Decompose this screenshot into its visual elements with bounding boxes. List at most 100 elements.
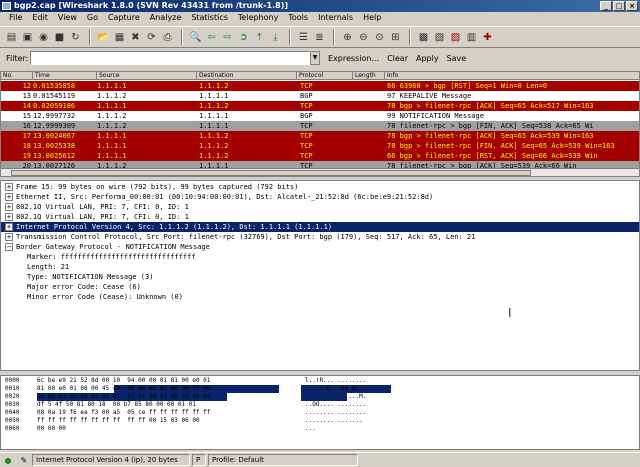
detail-field[interactable]: Major error Code: Cease (6): [1, 282, 639, 292]
menu-statistics[interactable]: Statistics: [186, 12, 233, 24]
detail-field[interactable]: Minor error Code (Cease): Unknown (0): [1, 292, 639, 302]
apply-button[interactable]: Apply: [416, 54, 439, 63]
expand-icon[interactable]: +: [5, 233, 13, 241]
packet-row[interactable]: 14 0.02059186 1.1.1.1 1.1.1.2 TCP 78 bgp > fi…: [1, 101, 639, 111]
auto-scroll-icon[interactable]: ≣: [312, 30, 327, 45]
restart-capture-icon[interactable]: ↻: [68, 30, 83, 45]
expand-icon[interactable]: +: [5, 183, 13, 191]
capture-comment-icon[interactable]: ✎: [18, 454, 30, 466]
start-capture-icon[interactable]: ◉: [36, 30, 51, 45]
packet-cell-dst: 1.1.1.2: [199, 142, 229, 150]
zoom-out-icon[interactable]: ⊖: [356, 30, 371, 45]
go-back-icon[interactable]: ⇦: [204, 30, 219, 45]
zoom-in-icon[interactable]: ⊕: [340, 30, 355, 45]
expand-icon[interactable]: +: [5, 213, 13, 221]
save-file-icon[interactable]: ▦: [112, 30, 127, 45]
reload-icon[interactable]: ⟳: [144, 30, 159, 45]
detail-tree-item[interactable]: + Frame 15: 99 bytes on wire (792 bits), …: [1, 182, 639, 192]
packet-row[interactable]: 15 12.9997732 1.1.1.2 1.1.1.1 BGP 99 NOTIFICA…: [1, 111, 639, 121]
packet-details-pane[interactable]: + Frame 15: 99 bytes on wire (792 bits), …: [0, 180, 640, 371]
detail-field[interactable]: Type: NOTIFICATION Message (3): [1, 272, 639, 282]
packet-cell-dst: 1.1.1.1: [199, 92, 229, 100]
column-length[interactable]: Length: [353, 72, 385, 80]
expand-icon[interactable]: +: [5, 193, 13, 201]
capture-filters-icon[interactable]: ▩: [416, 30, 431, 45]
detail-tree-item[interactable]: + Ethernet II, Src: Performa_00:00:01 (00…: [1, 192, 639, 202]
menu-tools[interactable]: Tools: [283, 12, 313, 24]
packet-list-scrollbar[interactable]: [1, 168, 639, 176]
hex-off: 0010: [5, 385, 20, 392]
hex-dump-row[interactable]: 0030 df 5 4f 50 81 80 18 00 b7 85 80 00 0…: [5, 401, 425, 409]
detail-tree-item[interactable]: + Transmission Control Protocol, Src Port…: [1, 232, 639, 242]
scrollbar-thumb[interactable]: [11, 170, 531, 176]
packet-list[interactable]: No. Time Source Destination Protocol Len…: [0, 71, 640, 177]
packet-row[interactable]: 18 13.0025338 1.1.1.1 1.1.1.2 TCP 78 bgp > fi…: [1, 141, 639, 151]
clear-button[interactable]: Clear: [387, 54, 408, 63]
packet-row[interactable]: 12 0.01535858 1.1.1.1 1.1.1.2 TCP 66 63960 > …: [1, 81, 639, 91]
close-icon[interactable]: ×: [626, 1, 638, 11]
menu-file[interactable]: File: [4, 12, 27, 24]
menu-edit[interactable]: Edit: [27, 12, 53, 24]
maximize-icon[interactable]: □: [613, 1, 625, 11]
close-file-icon[interactable]: ✖: [128, 30, 143, 45]
go-to-packet-icon[interactable]: ➲: [236, 30, 251, 45]
column-source[interactable]: Source: [97, 72, 197, 80]
last-packet-icon[interactable]: ⤓: [268, 30, 283, 45]
detail-tree-item[interactable]: − Border Gateway Protocol - NOTIFICATION …: [1, 242, 639, 252]
detail-tree-item[interactable]: + Internet Protocol Version 4, Src: 1.1.1…: [1, 222, 639, 232]
preferences-icon[interactable]: ▥: [464, 30, 479, 45]
menu-view[interactable]: View: [53, 12, 82, 24]
detail-tree-item[interactable]: +802.1Q Virtual LAN, PRI: 7, CFI: 0, ID:…: [1, 202, 639, 212]
go-forward-icon[interactable]: ⇨: [220, 30, 235, 45]
menu-go[interactable]: Go: [82, 12, 103, 24]
minimize-icon[interactable]: _: [600, 1, 612, 11]
menu-analyze[interactable]: Analyze: [145, 12, 187, 24]
column-no[interactable]: No.: [1, 72, 33, 80]
capture-options-icon[interactable]: ▣: [20, 30, 35, 45]
expression-button[interactable]: Expression...: [328, 54, 379, 63]
hex-dump-row[interactable]: 0010 81 00 e0 01 08 00 45 c0 00 49 65 8a …: [5, 385, 425, 393]
column-protocol[interactable]: Protocol: [297, 72, 353, 80]
hex-dump-row[interactable]: 0050 ff ff ff ff ff ff ff ff ff ff 00 15 …: [5, 417, 425, 425]
stop-capture-icon[interactable]: ■: [52, 30, 67, 45]
hex-dump-row[interactable]: 0000 6c be e9 21 52 8d 00 10 94 00 00 01 …: [5, 377, 425, 385]
menu-help[interactable]: Help: [358, 12, 386, 24]
first-packet-icon[interactable]: ⤒: [252, 30, 267, 45]
packet-row[interactable]: 19 13.0025612 1.1.1.1 1.1.1.2 TCP 66 bgp > fi…: [1, 151, 639, 161]
zoom-normal-icon[interactable]: ⊙: [372, 30, 387, 45]
menu-capture[interactable]: Capture: [103, 12, 145, 24]
expert-info-icon[interactable]: ●: [2, 454, 14, 466]
detail-tree-item[interactable]: +802.1Q Virtual LAN, PRI: 7, CFI: 0, ID:…: [1, 212, 639, 222]
open-file-icon[interactable]: 📂: [96, 30, 111, 45]
hex-dump-row[interactable]: 0040 08 0a 19 f6 ea f3 00 a5 05 ce ff ff …: [5, 409, 425, 417]
colorize-icon[interactable]: ☰: [296, 30, 311, 45]
expand-icon[interactable]: +: [5, 203, 13, 211]
menu-internals[interactable]: Internals: [313, 12, 358, 24]
packet-row[interactable]: 17 13.0024067 1.1.1.1 1.1.1.2 TCP 78 bgp > fi…: [1, 131, 639, 141]
column-time[interactable]: Time: [33, 72, 97, 80]
interfaces-icon[interactable]: ▤: [4, 30, 19, 45]
collapse-icon[interactable]: −: [5, 243, 13, 251]
detail-field[interactable]: Length: 21: [1, 262, 639, 272]
hex-dump-row[interactable]: 0020 11 60 01 01 01 02 01 01 01 01 80 01 …: [5, 393, 425, 401]
resize-columns-icon[interactable]: ⊞: [388, 30, 403, 45]
help-icon[interactable]: ✚: [480, 30, 495, 45]
coloring-rules-icon[interactable]: ▨: [448, 30, 463, 45]
menu-telephony[interactable]: Telephony: [233, 12, 283, 24]
column-destination[interactable]: Destination: [197, 72, 297, 80]
packet-row[interactable]: 13 0.01545119 1.1.1.2 1.1.1.1 BGP 97 KEEPALIV…: [1, 91, 639, 101]
detail-field[interactable]: Marker: ffffffffffffffffffffffffffffffff: [1, 252, 639, 262]
filter-dropdown-icon[interactable]: ▼: [310, 51, 320, 65]
column-info[interactable]: Info: [385, 72, 639, 80]
display-filters-icon[interactable]: ▧: [432, 30, 447, 45]
hex-dump-row[interactable]: 0060 00 00 00...: [5, 425, 425, 433]
packet-row[interactable]: 16 12.9999309 1.1.1.2 1.1.1.1 TCP 78 filenet-…: [1, 121, 639, 131]
packet-bytes-pane[interactable]: 0000 6c be e9 21 52 8d 00 10 94 00 00 01 …: [0, 375, 640, 450]
packet-cell-time: 12.9997732: [33, 112, 76, 120]
filter-input[interactable]: [30, 51, 310, 65]
expand-icon[interactable]: +: [5, 223, 13, 231]
find-packet-icon[interactable]: 🔍: [188, 30, 203, 45]
save-button[interactable]: Save: [447, 54, 467, 63]
status-profile[interactable]: Profile: Default: [208, 454, 358, 466]
print-icon[interactable]: ⎙: [160, 30, 175, 45]
